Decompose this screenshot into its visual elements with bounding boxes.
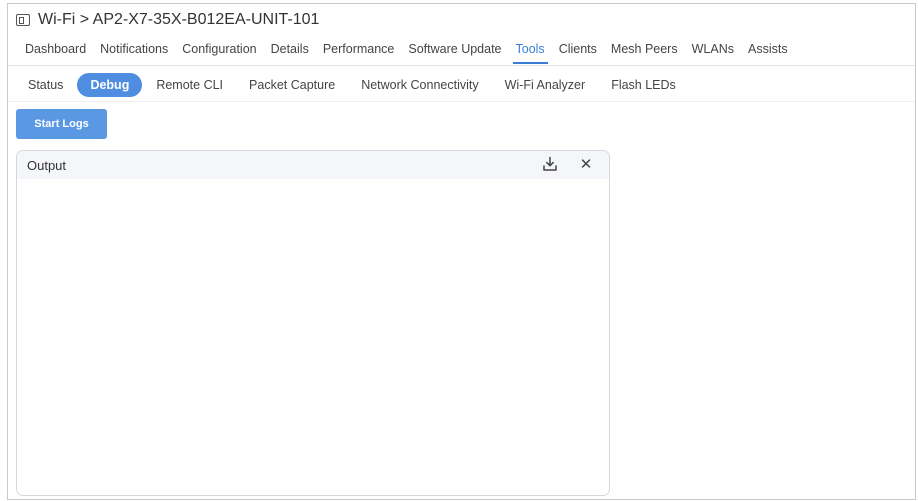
subtab-debug[interactable]: Debug xyxy=(77,72,143,97)
subtab-flash-leds[interactable]: Flash LEDs xyxy=(599,73,688,97)
tab-configuration[interactable]: Configuration xyxy=(175,34,263,65)
subtab-wifi-analyzer[interactable]: Wi-Fi Analyzer xyxy=(493,73,598,97)
start-logs-button[interactable]: Start Logs xyxy=(16,109,107,139)
tab-assists[interactable]: Assists xyxy=(741,34,795,65)
tab-wlans[interactable]: WLANs xyxy=(685,34,741,65)
output-panel: Output ✕ xyxy=(16,150,610,496)
tab-notifications[interactable]: Notifications xyxy=(93,34,175,65)
output-title: Output xyxy=(27,157,67,173)
tab-software-update[interactable]: Software Update xyxy=(401,34,508,65)
tab-dashboard[interactable]: Dashboard xyxy=(18,34,93,65)
tab-mesh-peers[interactable]: Mesh Peers xyxy=(604,34,685,65)
primary-tab-bar: Dashboard Notifications Configuration De… xyxy=(8,34,915,66)
app-window: Wi-Fi > AP2-X7-35X-B012EA-UNIT-101 Dashb… xyxy=(7,3,916,500)
device-panel-icon xyxy=(16,14,30,26)
tab-clients[interactable]: Clients xyxy=(552,34,604,65)
tools-subtab-bar: Status Debug Remote CLI Packet Capture N… xyxy=(8,68,915,102)
download-icon[interactable] xyxy=(541,155,559,173)
tab-tools[interactable]: Tools xyxy=(509,34,552,65)
tab-details[interactable]: Details xyxy=(264,34,316,65)
tab-performance[interactable]: Performance xyxy=(316,34,402,65)
subtab-packet-capture[interactable]: Packet Capture xyxy=(237,73,347,97)
output-actions: ✕ xyxy=(541,155,595,173)
subtab-network-connectivity[interactable]: Network Connectivity xyxy=(349,73,490,97)
subtab-remote-cli[interactable]: Remote CLI xyxy=(144,73,235,97)
output-log-area[interactable] xyxy=(17,179,609,495)
output-header: Output ✕ xyxy=(17,151,609,179)
close-icon[interactable]: ✕ xyxy=(577,155,595,173)
breadcrumb: Wi-Fi > AP2-X7-35X-B012EA-UNIT-101 xyxy=(16,9,319,31)
subtab-status[interactable]: Status xyxy=(16,73,75,97)
breadcrumb-text: Wi-Fi > AP2-X7-35X-B012EA-UNIT-101 xyxy=(38,11,320,28)
